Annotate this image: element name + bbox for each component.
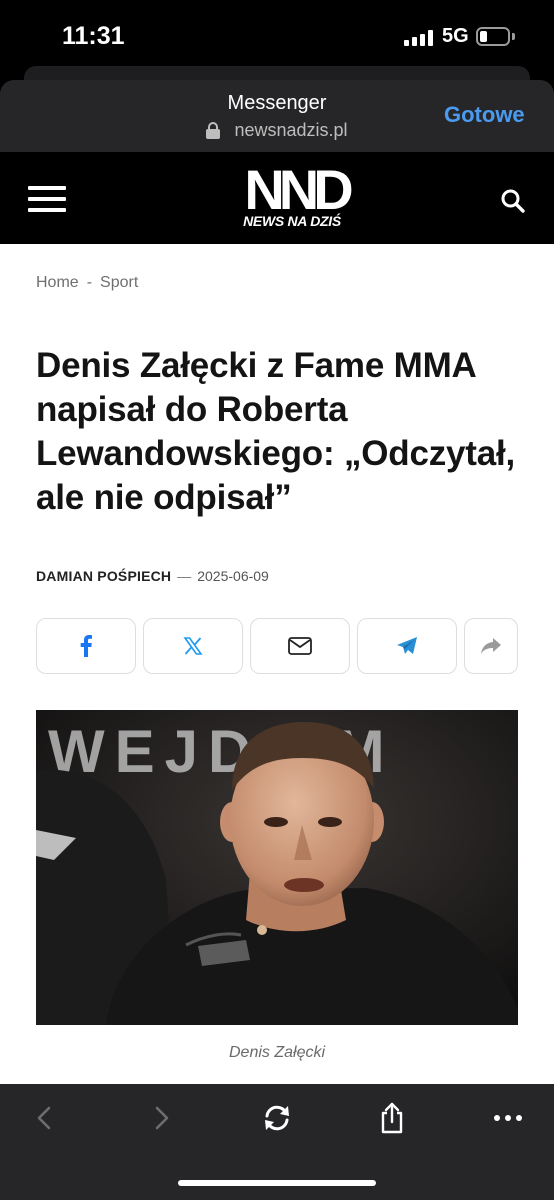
back-button[interactable] xyxy=(24,1098,64,1138)
share-page-button[interactable] xyxy=(372,1098,412,1138)
done-button[interactable]: Gotowe xyxy=(444,102,525,128)
article-meta: DAMIAN POŚPIECH — 2025-06-09 xyxy=(36,568,269,584)
article-author[interactable]: DAMIAN POŚPIECH xyxy=(36,568,171,584)
breadcrumb-section[interactable]: Sport xyxy=(100,274,138,291)
lock-icon xyxy=(206,122,221,139)
share-icon xyxy=(381,1102,403,1134)
facebook-icon xyxy=(80,635,92,657)
search-icon[interactable] xyxy=(500,188,526,214)
logo-tagline: NEWS NA DZIŚ xyxy=(243,213,341,229)
share-x-button[interactable] xyxy=(143,618,243,674)
status-bar: 11:31 5G xyxy=(0,0,554,66)
battery-icon xyxy=(476,27,510,46)
article-photo[interactable]: WEJDZ M xyxy=(36,710,518,1025)
breadcrumb-separator: - xyxy=(86,274,93,291)
photo-illustration: WEJDZ M xyxy=(36,710,518,1025)
site-logo[interactable]: NND NEWS NA DZIŚ xyxy=(226,164,358,236)
share-facebook-button[interactable] xyxy=(36,618,136,674)
url-text: newsnadzis.pl xyxy=(234,120,348,140)
battery-cap xyxy=(512,33,515,40)
signal-icon xyxy=(404,30,434,46)
reload-icon xyxy=(265,1105,289,1131)
x-icon xyxy=(183,637,203,655)
back-icon xyxy=(37,1106,51,1130)
breadcrumb: Home - Sport xyxy=(36,274,138,292)
status-time: 11:31 xyxy=(62,22,125,50)
in-app-browser-bar: Messenger newsnadzis.pl Gotowe xyxy=(0,80,554,152)
share-buttons xyxy=(36,618,518,674)
share-email-button[interactable] xyxy=(250,618,350,674)
network-label: 5G xyxy=(442,25,469,47)
article-content: Home - Sport Denis Załęcki z Fame MMA napi… xyxy=(0,244,554,1084)
share-forward-icon xyxy=(481,638,501,654)
image-caption: Denis Załęcki xyxy=(228,1044,326,1061)
share-more-button[interactable] xyxy=(464,618,518,674)
meta-separator: — xyxy=(177,568,192,584)
article-title: Denis Załęcki z Fame MMA napisał do Robe… xyxy=(36,346,516,517)
logo-mark: NND xyxy=(244,164,352,214)
article-date: 2025-06-09 xyxy=(197,568,269,584)
telegram-icon xyxy=(397,637,417,654)
logo-text: NND xyxy=(244,164,352,214)
more-button[interactable] xyxy=(488,1098,528,1138)
forward-icon xyxy=(155,1106,169,1130)
menu-icon[interactable] xyxy=(28,186,66,212)
reload-button[interactable] xyxy=(257,1098,297,1138)
more-icon xyxy=(494,1115,522,1121)
mail-icon xyxy=(288,637,312,655)
home-indicator[interactable] xyxy=(178,1180,376,1186)
breadcrumb-home[interactable]: Home xyxy=(36,274,79,291)
forward-button[interactable] xyxy=(142,1098,182,1138)
share-telegram-button[interactable] xyxy=(357,618,457,674)
